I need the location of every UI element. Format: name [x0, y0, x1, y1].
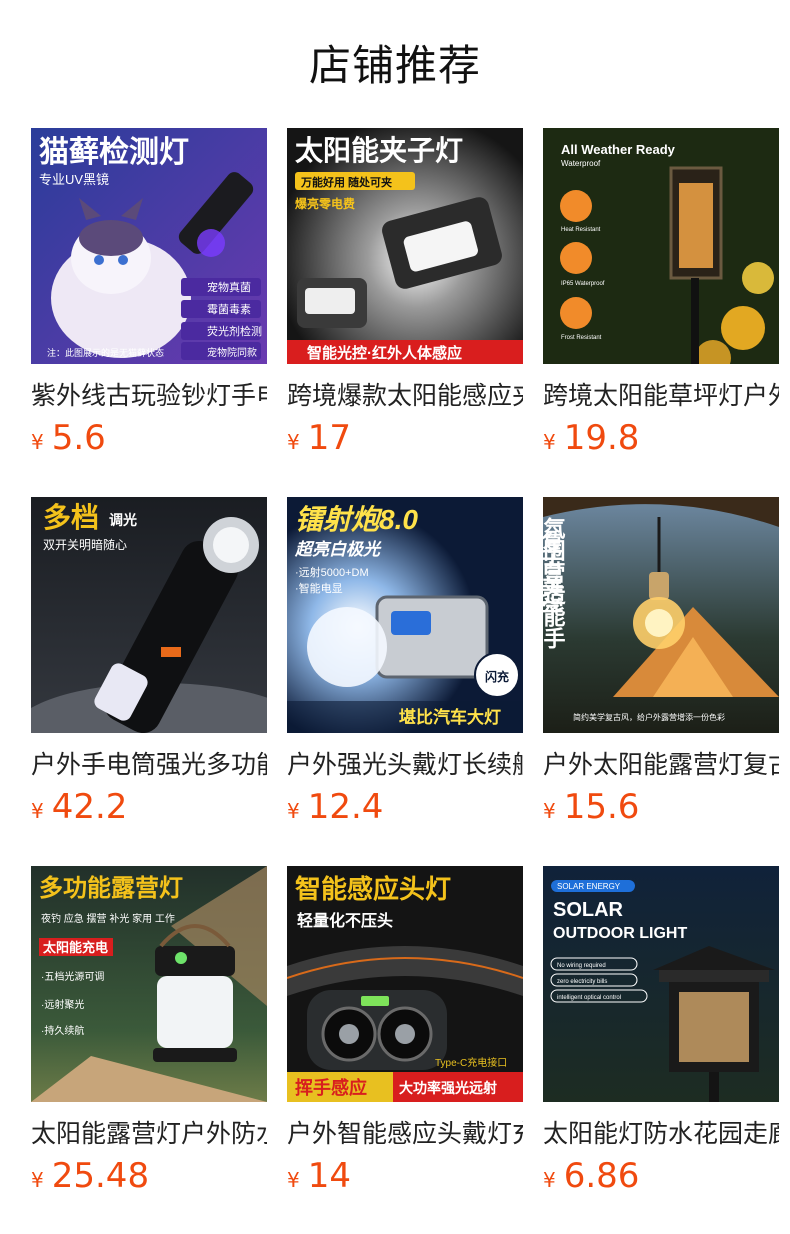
- product-price: ¥14: [287, 1156, 351, 1196]
- product-image[interactable]: 多档 调光 双开关明暗随心: [31, 497, 267, 733]
- image-caption: SOLAR: [553, 899, 624, 921]
- image-caption: 宠物真菌: [207, 280, 251, 294]
- product-card[interactable]: 猫藓检测灯 专业UV黑镜 宠物真菌 霉菌毒素 荧光剂检测 宠物院同款 注：此图展…: [31, 128, 267, 468]
- product-image[interactable]: 猫藓检测灯 专业UV黑镜 宠物真菌 霉菌毒素 荧光剂检测 宠物院同款 注：此图展…: [31, 128, 267, 364]
- image-caption: Type-C充电接口: [435, 1056, 507, 1069]
- currency-symbol: ¥: [287, 799, 300, 823]
- product-card[interactable]: 智能感应头灯 轻量化不压头 Type-C充电接口 挥手感应 大功率强光远射 户外…: [287, 866, 523, 1206]
- product-name[interactable]: 跨境太阳能草坪灯户外防水: [543, 380, 779, 412]
- image-caption: 爆亮零电费: [295, 196, 355, 211]
- image-caption: 堪比汽车大灯: [399, 707, 501, 727]
- product-price: ¥6.86: [543, 1156, 639, 1196]
- image-caption: 宠物院同款: [207, 346, 257, 359]
- currency-symbol: ¥: [31, 430, 44, 454]
- price-value: 25.48: [51, 1156, 150, 1196]
- page-title: 店铺推荐: [308, 41, 481, 90]
- currency-symbol: ¥: [543, 430, 556, 454]
- product-card[interactable]: 镭射炮8.0 超亮白极光 ·远射5000+DM ·智能电显 闪充 堪比汽车大灯 …: [287, 497, 523, 837]
- product-card[interactable]: SOLAR ENERGY SOLAR OUTDOOR LIGHT No wiri…: [543, 866, 779, 1206]
- image-caption: SOLAR ENERGY: [557, 882, 621, 891]
- image-caption: ·持久续航: [41, 1024, 84, 1037]
- image-caption: 挥手感应: [295, 1077, 367, 1098]
- image-caption: 调光: [109, 512, 137, 528]
- price-value: 17: [307, 418, 351, 458]
- image-caption: Frost Resistant: [561, 335, 602, 341]
- image-caption: 双开关明暗随心: [43, 537, 127, 552]
- product-price: ¥5.6: [31, 418, 106, 458]
- currency-symbol: ¥: [543, 1168, 556, 1192]
- image-caption: ·五档光源可调: [41, 970, 104, 983]
- product-name[interactable]: 太阳能灯防水花园走廊壁灯: [543, 1118, 779, 1150]
- price-value: 15.6: [563, 787, 640, 827]
- price-value: 12.4: [307, 787, 384, 827]
- image-caption: Heat Resistant: [561, 227, 601, 233]
- product-name[interactable]: 户外手电筒强光多功能充电: [31, 749, 267, 781]
- product-name[interactable]: 太阳能露营灯户外防水充电: [31, 1118, 267, 1150]
- image-caption: 注：此图展示的是无猫藓状态: [47, 347, 164, 358]
- image-caption: zero electricity bills: [557, 979, 607, 985]
- image-caption: 夜钓 应急 摆营 补光 家用 工作: [41, 912, 175, 925]
- product-card[interactable]: All Weather Ready Waterproof Heat Resist…: [543, 128, 779, 468]
- image-caption: ·远射聚光: [41, 998, 84, 1011]
- currency-symbol: ¥: [287, 1168, 300, 1192]
- product-card[interactable]: 复古美学 氛围营造能手 简约美学复古风，给户外露营增添一份色彩 户外太阳能露营灯…: [543, 497, 779, 837]
- image-caption: ·智能电显: [295, 581, 343, 595]
- price-value: 5.6: [51, 418, 106, 458]
- image-caption: 简约美学复古风，给户外露营增添一份色彩: [573, 712, 725, 722]
- product-name[interactable]: 户外智能感应头戴灯充电式: [287, 1118, 523, 1150]
- image-caption: 多功能露营灯: [39, 874, 183, 902]
- currency-symbol: ¥: [287, 430, 300, 454]
- image-caption: ·远射5000+DM: [295, 565, 369, 579]
- image-caption: 荧光剂检测: [207, 324, 262, 338]
- image-caption: Waterproof: [561, 159, 601, 168]
- image-caption: 智能感应头灯: [295, 874, 451, 904]
- product-price: ¥12.4: [287, 787, 383, 827]
- product-name[interactable]: 紫外线古玩验钞灯手电筒: [31, 380, 267, 412]
- product-price: ¥25.48: [31, 1156, 149, 1196]
- image-caption: 猫藓检测灯: [39, 135, 189, 169]
- image-caption: 大功率强光远射: [399, 1080, 497, 1096]
- image-caption: OUTDOOR LIGHT: [553, 925, 687, 942]
- image-caption: 闪充: [485, 669, 509, 684]
- image-caption: IP65 Waterproof: [561, 281, 605, 287]
- product-image[interactable]: 多功能露营灯 夜钓 应急 摆营 补光 家用 工作 太阳能充电 ·五档光源可调 ·…: [31, 866, 267, 1102]
- image-caption: 超亮白极光: [294, 540, 382, 559]
- image-caption: 专业UV黑镜: [39, 172, 109, 187]
- product-image[interactable]: SOLAR ENERGY SOLAR OUTDOOR LIGHT No wiri…: [543, 866, 779, 1102]
- image-caption: 多档: [43, 502, 99, 533]
- product-card[interactable]: 太阳能夹子灯 万能好用 随处可夹 爆亮零电费 智能光控·红外人体感应 跨境爆款太…: [287, 128, 523, 468]
- product-price: ¥19.8: [543, 418, 639, 458]
- product-card[interactable]: 多档 调光 双开关明暗随心 户外手电筒强光多功能充电 ¥42.2: [31, 497, 267, 837]
- image-caption: 镭射炮8.0: [295, 504, 418, 535]
- product-image[interactable]: 复古美学 氛围营造能手 简约美学复古风，给户外露营增添一份色彩: [543, 497, 779, 733]
- product-image[interactable]: 太阳能夹子灯 万能好用 随处可夹 爆亮零电费 智能光控·红外人体感应: [287, 128, 523, 364]
- product-image[interactable]: 镭射炮8.0 超亮白极光 ·远射5000+DM ·智能电显 闪充 堪比汽车大灯: [287, 497, 523, 733]
- product-price: ¥42.2: [31, 787, 127, 827]
- product-image[interactable]: 智能感应头灯 轻量化不压头 Type-C充电接口 挥手感应 大功率强光远射: [287, 866, 523, 1102]
- product-name[interactable]: 跨境爆款太阳能感应夹子灯: [287, 380, 523, 412]
- currency-symbol: ¥: [543, 799, 556, 823]
- image-caption: 轻量化不压头: [297, 911, 393, 930]
- product-name[interactable]: 户外强光头戴灯长续航充电: [287, 749, 523, 781]
- currency-symbol: ¥: [31, 799, 44, 823]
- currency-symbol: ¥: [31, 1168, 44, 1192]
- image-caption: No wiring required: [557, 963, 606, 969]
- price-value: 6.86: [563, 1156, 640, 1196]
- image-caption: 智能光控·红外人体感应: [307, 344, 462, 362]
- product-card[interactable]: 多功能露营灯 夜钓 应急 摆营 补光 家用 工作 太阳能充电 ·五档光源可调 ·…: [31, 866, 267, 1206]
- image-caption: 太阳能充电: [42, 940, 108, 955]
- product-name[interactable]: 户外太阳能露营灯复古吊灯: [543, 749, 779, 781]
- image-caption: intelligent optical control: [557, 995, 621, 1001]
- product-price: ¥15.6: [543, 787, 639, 827]
- image-caption: All Weather Ready: [561, 142, 676, 157]
- image-caption: 太阳能夹子灯: [295, 135, 463, 166]
- image-caption: 霉菌毒素: [207, 303, 251, 316]
- price-value: 14: [307, 1156, 351, 1196]
- price-value: 42.2: [51, 787, 128, 827]
- product-image[interactable]: All Weather Ready Waterproof Heat Resist…: [543, 128, 779, 364]
- image-caption: 氛围营造能手: [543, 516, 566, 650]
- image-caption: 万能好用 随处可夹: [300, 175, 392, 189]
- price-value: 19.8: [563, 418, 640, 458]
- product-price: ¥17: [287, 418, 351, 458]
